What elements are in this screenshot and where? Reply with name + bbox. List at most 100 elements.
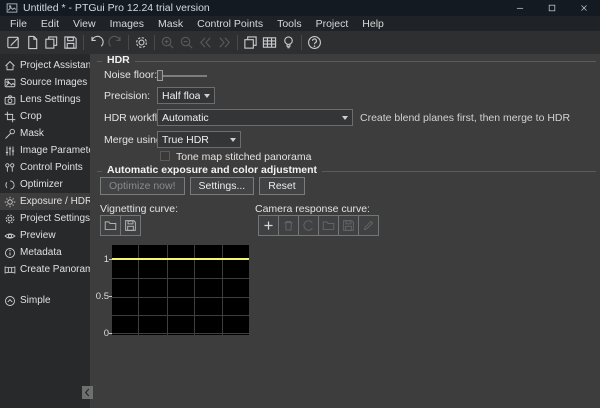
- new-project-icon: [6, 35, 21, 50]
- noise-floor-slider[interactable]: [157, 70, 207, 81]
- sidebar-item-project-assistant[interactable]: Project Assistant: [0, 57, 90, 74]
- sidebar-item-label: Create Panorama: [20, 264, 99, 275]
- pencil-icon: [362, 219, 375, 232]
- chevron-down-icon: [342, 116, 348, 120]
- sun-icon: [4, 196, 16, 208]
- edit-response-curve-button[interactable]: [358, 215, 379, 236]
- next-image-button[interactable]: [215, 33, 234, 52]
- slider-track: [157, 75, 207, 77]
- hdr-group: HDR: [97, 61, 596, 62]
- sidebar-item-simple[interactable]: Simple: [0, 292, 90, 309]
- sidebar-item-label: Source Images: [20, 77, 87, 88]
- tone-map-checkbox[interactable]: [160, 151, 170, 161]
- tone-map-label: Tone map stitched panorama: [176, 151, 311, 163]
- load-vignetting-button[interactable]: [100, 215, 121, 236]
- sidebar-item-preview[interactable]: Preview: [0, 227, 90, 244]
- previous-image-icon: [198, 35, 213, 50]
- panorama-editor-button[interactable]: [241, 33, 260, 52]
- hdr-workflow-description: Create blend planes first, then merge to…: [360, 112, 570, 124]
- panorama-icon: [4, 264, 16, 276]
- sidebar-item-label: Exposure / HDR: [20, 196, 92, 207]
- menu-help[interactable]: Help: [355, 16, 391, 31]
- save-vignetting-button[interactable]: [120, 215, 141, 236]
- sidebar-item-create-panorama[interactable]: Create Panorama: [0, 261, 90, 278]
- save-response-curve-button[interactable]: [338, 215, 359, 236]
- ptgui-window: Untitled * - PTGui Pro 12.24 trial versi…: [0, 0, 600, 408]
- menu-project[interactable]: Project: [309, 16, 356, 31]
- previous-image-button[interactable]: [196, 33, 215, 52]
- optimizer-icon: [4, 179, 16, 191]
- precision-select[interactable]: Half float: [157, 87, 215, 104]
- reset-response-curve-button[interactable]: [298, 215, 319, 236]
- close-button[interactable]: [568, 0, 600, 16]
- sidebar-item-label: Project Settings: [20, 213, 90, 224]
- window-title: Untitled * - PTGui Pro 12.24 trial versi…: [23, 2, 504, 14]
- chevron-left-icon: [84, 388, 91, 397]
- help-button[interactable]: [305, 33, 324, 52]
- toolbar: [0, 31, 600, 54]
- minimize-button[interactable]: [504, 0, 536, 16]
- sidebar-item-control-points[interactable]: Control Points: [0, 159, 90, 176]
- reset-button[interactable]: Reset: [259, 177, 304, 195]
- undo-icon: [89, 35, 104, 50]
- auto-exposure-buttons: Optimize now! Settings... Reset: [100, 177, 305, 195]
- detail-viewer-button[interactable]: [260, 33, 279, 52]
- save-as-button[interactable]: [42, 33, 61, 52]
- info-icon: [4, 247, 16, 259]
- hdr-workflow-value: Automatic: [162, 112, 338, 124]
- undo-button[interactable]: [87, 33, 106, 52]
- menu-images[interactable]: Images: [103, 16, 151, 31]
- delete-response-curve-button[interactable]: [278, 215, 299, 236]
- menu-control-points[interactable]: Control Points: [190, 16, 270, 31]
- precision-value: Half float: [162, 90, 200, 102]
- merge-using-value: True HDR: [162, 134, 226, 146]
- sidebar-item-crop[interactable]: Crop: [0, 108, 90, 125]
- detail-viewer-icon: [262, 35, 277, 50]
- slider-thumb[interactable]: [157, 70, 163, 81]
- optimize-now-button[interactable]: Optimize now!: [100, 177, 185, 195]
- sidebar-item-exposure-hdr[interactable]: Exposure / HDR: [0, 193, 90, 210]
- redo-button[interactable]: [106, 33, 125, 52]
- panorama-editor-icon: [243, 35, 258, 50]
- menu-edit[interactable]: Edit: [34, 16, 66, 31]
- collapse-sidebar-button[interactable]: [82, 386, 93, 399]
- app-icon: [6, 2, 18, 14]
- sidebar-item-lens-settings[interactable]: Lens Settings: [0, 91, 90, 108]
- menu-file[interactable]: File: [3, 16, 34, 31]
- add-response-curve-button[interactable]: [258, 215, 279, 236]
- zoom-in-button[interactable]: [158, 33, 177, 52]
- maximize-button[interactable]: [536, 0, 568, 16]
- zoom-out-button[interactable]: [177, 33, 196, 52]
- chevron-up-circle-icon: [4, 295, 16, 307]
- auto-exposure-group-title: Automatic exposure and color adjustment: [102, 164, 322, 176]
- load-response-curve-button[interactable]: [318, 215, 339, 236]
- hdr-workflow-select[interactable]: Automatic: [157, 109, 353, 126]
- sidebar-item-metadata[interactable]: Metadata: [0, 244, 90, 261]
- menu-view[interactable]: View: [66, 16, 103, 31]
- sidebar-item-mask[interactable]: Mask: [0, 125, 90, 142]
- sidebar-item-label: Optimizer: [20, 179, 63, 190]
- redo-icon: [108, 35, 123, 50]
- sidebar-item-optimizer[interactable]: Optimizer: [0, 176, 90, 193]
- plus-icon: [262, 219, 275, 232]
- new-project-button[interactable]: [4, 33, 23, 52]
- menu-tools[interactable]: Tools: [270, 16, 309, 31]
- sidebar-item-label: Metadata: [20, 247, 62, 258]
- ytick-label: 1: [92, 254, 109, 265]
- sidebar-item-project-settings[interactable]: Project Settings: [0, 210, 90, 227]
- ytick-label: 0.5: [92, 291, 109, 302]
- vignetting-curve-line: [112, 258, 249, 260]
- open-project-icon: [25, 35, 40, 50]
- merge-using-select[interactable]: True HDR: [157, 131, 241, 148]
- project-settings-button[interactable]: [132, 33, 151, 52]
- crop-icon: [4, 111, 16, 123]
- sidebar-item-source-images[interactable]: Source Images: [0, 74, 90, 91]
- save-icon: [124, 219, 137, 232]
- menu-mask[interactable]: Mask: [151, 16, 190, 31]
- settings-button[interactable]: Settings...: [190, 177, 255, 195]
- open-project-button[interactable]: [23, 33, 42, 52]
- save-button[interactable]: [61, 33, 80, 52]
- sidebar-item-image-parameters[interactable]: Image Parameters: [0, 142, 90, 159]
- control-point-assistant-button[interactable]: [279, 33, 298, 52]
- help-icon: [307, 35, 322, 50]
